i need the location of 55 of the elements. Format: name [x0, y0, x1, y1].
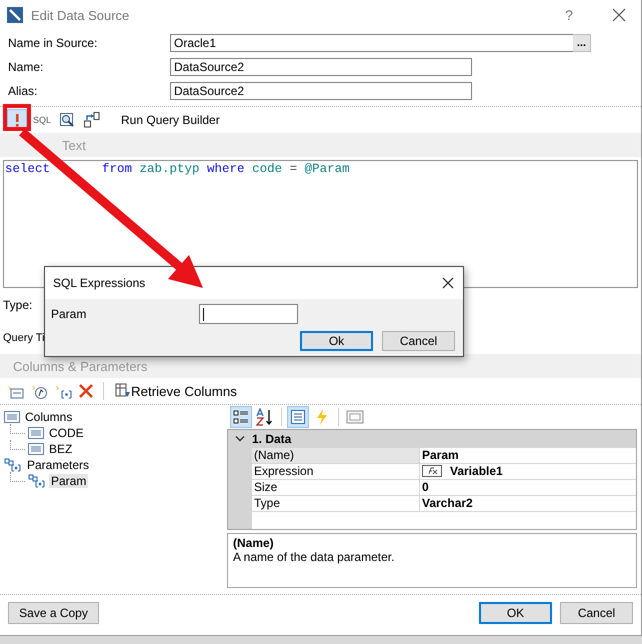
table-icon: [4, 411, 20, 423]
window-title: Edit Data Source: [31, 8, 130, 22]
section-header: Text: [0, 133, 641, 157]
cancel-button[interactable]: Cancel: [560, 602, 633, 624]
source-field[interactable]: Oracle1: [170, 34, 573, 52]
category-title: 1. Data: [252, 432, 292, 446]
property-name[interactable]: Expression: [252, 464, 420, 480]
field-label: Param: [51, 307, 88, 321]
property-name[interactable]: Size: [252, 480, 420, 496]
chevron-down-icon[interactable]: [235, 434, 245, 443]
text-field[interactable]: DataSource2: [170, 58, 472, 76]
description-text: A name of the data parameter.: [233, 550, 396, 564]
description-title: (Name): [233, 536, 275, 550]
tree-item[interactable]: Param: [49, 474, 88, 488]
ok-button[interactable]: Ok: [300, 331, 373, 351]
property-value[interactable]: Param: [420, 448, 636, 464]
table-icon: [28, 427, 44, 439]
property-value[interactable]: 0: [420, 480, 636, 496]
add-parameter-icon[interactable]: [54, 383, 72, 399]
field-label: Name:: [8, 60, 44, 74]
ok-button[interactable]: OK: [479, 602, 552, 624]
cancel-button[interactable]: Cancel: [382, 331, 455, 351]
field-label: Alias:: [8, 84, 38, 98]
property-value[interactable]: Varchar2: [420, 496, 636, 512]
text-field[interactable]: DataSource2: [170, 82, 472, 100]
field-label: Query Ti: [3, 332, 45, 344]
add-column-icon[interactable]: [6, 383, 24, 399]
close-icon[interactable]: [442, 277, 454, 289]
highlight-frame: [3, 104, 31, 131]
property-name[interactable]: (Name): [252, 448, 420, 464]
field-label: Type:: [3, 298, 32, 312]
function-icon[interactable]: [422, 465, 442, 478]
app-icon: [7, 7, 23, 23]
parameter-icon: [28, 474, 46, 488]
field-label: Name in Source:: [8, 36, 98, 50]
delete-icon[interactable]: [78, 383, 94, 399]
save-copy-button[interactable]: Save a Copy: [8, 602, 99, 624]
help-button[interactable]: ?: [549, 7, 589, 23]
dialog-title: SQL Expressions: [53, 276, 146, 290]
tree-item[interactable]: CODE: [47, 426, 86, 440]
property-value[interactable]: Variable1: [450, 464, 503, 478]
property-name[interactable]: Type: [252, 496, 420, 512]
section-header: Columns & Parameters: [0, 354, 641, 378]
tree-item[interactable]: Columns: [23, 410, 74, 424]
close-icon[interactable]: [612, 8, 626, 22]
browse-button[interactable]: ...: [573, 34, 591, 52]
run-query-builder-button[interactable]: Run Query Builder: [121, 113, 220, 127]
table-icon: [28, 443, 44, 455]
sql-button[interactable]: SQL: [31, 109, 54, 131]
table-arrow-icon: [115, 383, 131, 399]
tree-item[interactable]: Parameters: [25, 458, 92, 472]
input-field[interactable]: [199, 304, 298, 324]
tree-item[interactable]: BEZ: [47, 442, 74, 456]
retrieve-columns-button[interactable]: Retrieve Columns: [113, 380, 239, 402]
parameter-icon: [4, 458, 22, 472]
